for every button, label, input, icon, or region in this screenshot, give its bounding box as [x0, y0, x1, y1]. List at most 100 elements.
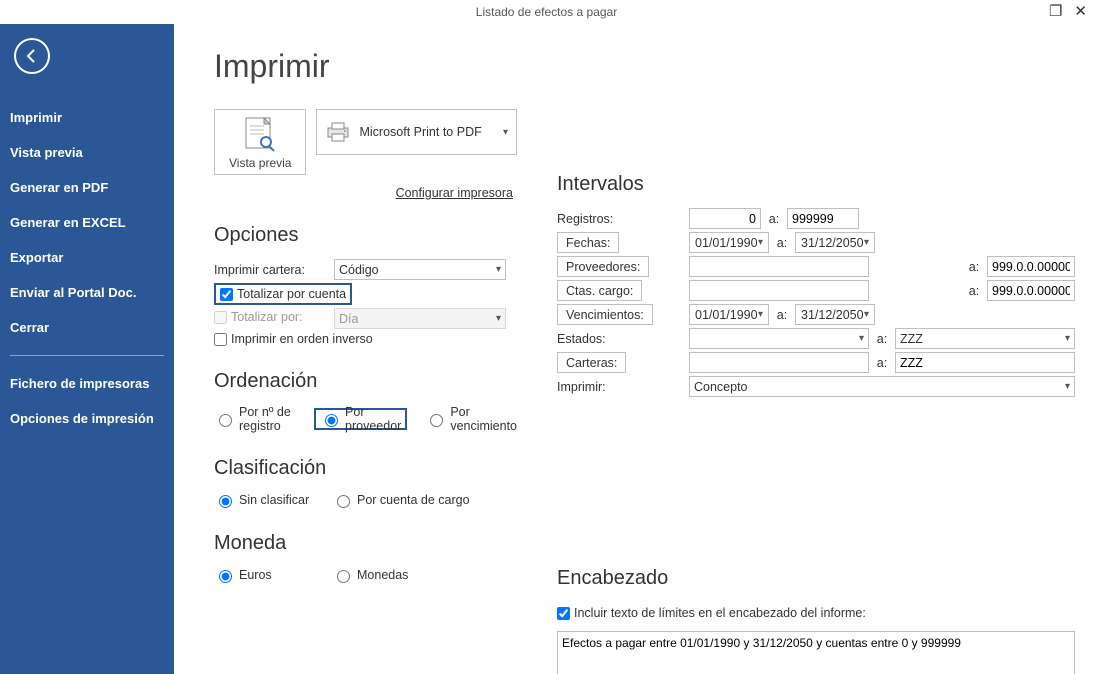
maximize-icon[interactable]: ❐ [1049, 2, 1062, 20]
imprimir-select[interactable]: Concepto ▾ [689, 376, 1075, 397]
sidebar-item-fichero-impresoras[interactable]: Fichero de impresoras [0, 366, 174, 401]
fechas-from-value: 01/01/1990 [695, 236, 758, 250]
ctas-from-input[interactable] [689, 280, 869, 301]
sidebar-item-exportar[interactable]: Exportar [0, 240, 174, 275]
section-intervalos: Intervalos [557, 173, 1075, 196]
moneda-monedas-radio[interactable]: Monedas [332, 567, 408, 583]
chevron-down-icon: ▾ [1065, 333, 1070, 344]
carteras-to-input[interactable] [895, 352, 1075, 373]
orden-registro-radio[interactable]: Por nº de registro [214, 405, 296, 433]
titlebar: Listado de efectos a pagar ❐ ✕ [0, 0, 1093, 24]
sidebar-item-cerrar[interactable]: Cerrar [0, 310, 174, 345]
vista-previa-label: Vista previa [229, 156, 291, 170]
orden-inverso-label: Imprimir en orden inverso [231, 332, 373, 346]
sidebar-item-imprimir[interactable]: Imprimir [0, 100, 174, 135]
fechas-from-select[interactable]: 01/01/1990▾ [689, 232, 769, 253]
registros-from-input[interactable] [689, 208, 761, 229]
sidebar-item-generar-pdf[interactable]: Generar en PDF [0, 170, 174, 205]
section-encabezado: Encabezado [557, 567, 1075, 590]
printer-name: Microsoft Print to PDF [359, 125, 502, 139]
venc-to-value: 31/12/2050 [801, 308, 864, 322]
main: Imprimir Vista previa [174, 24, 1093, 674]
moneda-monedas-label: Monedas [357, 568, 408, 582]
estados-to-value: ZZZ [900, 332, 923, 346]
chevron-down-icon: ▾ [758, 237, 763, 248]
fechas-button[interactable]: Fechas: [557, 232, 619, 253]
totalizar-cuenta-label: Totalizar por cuenta [237, 287, 346, 301]
estados-to-select[interactable]: ZZZ ▾ [895, 328, 1075, 349]
vista-previa-button[interactable]: Vista previa [214, 109, 306, 175]
clasif-cuenta-radio[interactable]: Por cuenta de cargo [332, 492, 470, 508]
fechas-to-value: 31/12/2050 [801, 236, 864, 250]
a-label: a: [773, 308, 791, 322]
a-label: a: [873, 356, 891, 370]
sidebar-item-opciones-impresion[interactable]: Opciones de impresión [0, 401, 174, 436]
imprimir-cartera-select[interactable]: Código ▾ [334, 259, 506, 280]
close-icon[interactable]: ✕ [1074, 2, 1087, 20]
chevron-down-icon: ▾ [758, 309, 763, 320]
imprimir-value: Concepto [694, 380, 748, 394]
imprimir-cartera-label: Imprimir cartera: [214, 263, 334, 277]
registros-to-input[interactable] [787, 208, 859, 229]
totalizar-cuenta-checkbox[interactable]: Totalizar por cuenta [220, 287, 346, 301]
chevron-down-icon: ▾ [864, 237, 869, 248]
proveedores-button[interactable]: Proveedores: [557, 256, 649, 277]
clasif-sin-radio[interactable]: Sin clasificar [214, 492, 314, 508]
a-label: a: [965, 260, 983, 274]
venc-from-select[interactable]: 01/01/1990▾ [689, 304, 769, 325]
document-preview-icon [238, 116, 282, 154]
orden-registro-label: Por nº de registro [239, 405, 296, 433]
clasif-sin-label: Sin clasificar [239, 493, 309, 507]
vencimientos-button[interactable]: Vencimientos: [557, 304, 653, 325]
clasif-cuenta-label: Por cuenta de cargo [357, 493, 470, 507]
incluir-encabezado-checkbox[interactable]: Incluir texto de límites en el encabezad… [557, 606, 866, 620]
venc-to-select[interactable]: 31/12/2050▾ [795, 304, 875, 325]
configurar-impresora-link[interactable]: Configurar impresora [396, 186, 513, 200]
venc-from-value: 01/01/1990 [695, 308, 758, 322]
encabezado-textarea[interactable] [557, 631, 1075, 674]
orden-vencimiento-radio[interactable]: Por vencimiento [425, 405, 517, 433]
totalizar-por-select: Día▾ [334, 308, 506, 329]
proveedores-from-input[interactable] [689, 256, 869, 277]
chevron-down-icon: ▾ [859, 333, 864, 344]
orden-inverso-checkbox[interactable]: Imprimir en orden inverso [214, 332, 373, 346]
chevron-down-icon: ▾ [496, 264, 501, 275]
section-moneda: Moneda [214, 532, 517, 555]
orden-proveedor-label: Por proveedor [345, 405, 401, 433]
section-ordenacion: Ordenación [214, 370, 517, 393]
chevron-down-icon: ▾ [1065, 381, 1070, 392]
sidebar-item-enviar-portal[interactable]: Enviar al Portal Doc. [0, 275, 174, 310]
back-button[interactable] [14, 38, 50, 74]
orden-vencimiento-label: Por vencimiento [450, 405, 517, 433]
estados-label: Estados: [557, 332, 683, 346]
section-opciones: Opciones [214, 224, 517, 247]
ctas-to-input[interactable] [987, 280, 1075, 301]
imprimir-label: Imprimir: [557, 380, 683, 394]
ctas-button[interactable]: Ctas. cargo: [557, 280, 642, 301]
sidebar-separator [10, 355, 164, 356]
estados-from-select[interactable]: ▾ [689, 328, 869, 349]
moneda-euros-radio[interactable]: Euros [214, 567, 314, 583]
registros-label: Registros: [557, 212, 683, 226]
fechas-to-select[interactable]: 31/12/2050▾ [795, 232, 875, 253]
incluir-encabezado-label: Incluir texto de límites en el encabezad… [574, 606, 866, 620]
carteras-from-input[interactable] [689, 352, 869, 373]
orden-proveedor-radio[interactable]: Por proveedor [320, 405, 401, 433]
chevron-down-icon: ▾ [496, 313, 501, 324]
window-title: Listado de efectos a pagar [476, 5, 617, 19]
printer-icon [325, 121, 351, 143]
sidebar-item-vista-previa[interactable]: Vista previa [0, 135, 174, 170]
sidebar: Imprimir Vista previa Generar en PDF Gen… [0, 24, 174, 674]
chevron-down-icon: ▾ [503, 127, 508, 138]
printer-select[interactable]: Microsoft Print to PDF ▾ [316, 109, 517, 155]
sidebar-item-generar-excel[interactable]: Generar en EXCEL [0, 205, 174, 240]
totalizar-por-label: Totalizar por: [231, 310, 303, 324]
page-title: Imprimir [214, 48, 1075, 85]
moneda-euros-label: Euros [239, 568, 272, 582]
imprimir-cartera-value: Código [339, 263, 379, 277]
a-label: a: [965, 284, 983, 298]
proveedores-to-input[interactable] [987, 256, 1075, 277]
carteras-button[interactable]: Carteras: [557, 352, 626, 373]
a-label: a: [873, 332, 891, 346]
window: Listado de efectos a pagar ❐ ✕ Imprimir … [0, 0, 1093, 674]
